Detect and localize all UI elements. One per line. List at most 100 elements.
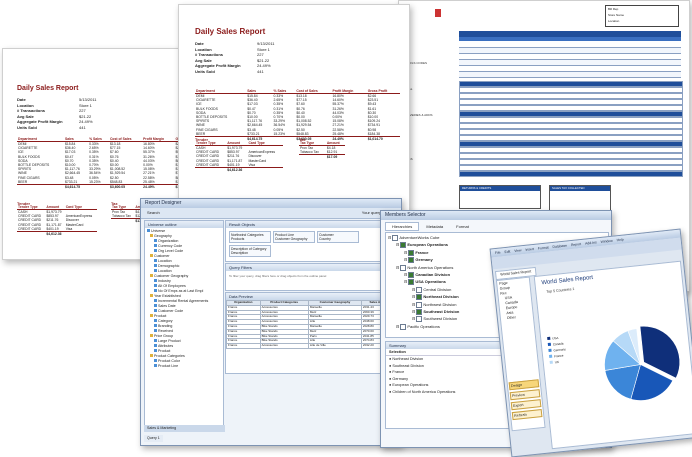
outline-item-label: Demographic [158, 264, 180, 268]
legend-label: USA [552, 335, 559, 341]
field-value: $21.22 [257, 57, 270, 63]
menu-item[interactable]: File [495, 250, 501, 255]
side-button[interactable]: Refresh [511, 409, 543, 421]
spreadsheet-grid-top [459, 31, 681, 78]
member-checkbox[interactable] [400, 323, 407, 330]
result-object-chip[interactable]: Description of Category Description [229, 245, 271, 257]
query-filters-hint: To filter your query, drag filters here … [229, 274, 327, 278]
front-department-table: Department Sales% Sales Cost of Sales Profi… [195, 89, 400, 142]
folder-icon [150, 334, 153, 337]
expand-icon: ⊟ [404, 249, 408, 255]
outline-item-label: Product [158, 349, 171, 353]
member-label: France [415, 249, 429, 255]
member-checkbox[interactable] [400, 264, 407, 271]
field-label: Units Sold [195, 68, 215, 74]
menu-item[interactable]: Help [616, 238, 623, 243]
toolbar-search-button[interactable]: Search [147, 210, 160, 215]
chip-line: Products [231, 237, 245, 241]
chip-line: Country [319, 237, 331, 241]
outline-item[interactable]: Product Line [147, 364, 221, 369]
chip-line: Customer Geography [275, 237, 308, 241]
expand-icon: ⊟ [396, 323, 400, 329]
outline-item-label: Customer Geography [154, 274, 189, 278]
dimension-icon [154, 289, 157, 292]
field-value: 9/13/2011 [257, 41, 275, 46]
legend-label: UK [554, 359, 560, 365]
dimension-icon [154, 364, 157, 367]
member-checkbox[interactable] [408, 257, 415, 264]
member-checkbox[interactable] [408, 249, 415, 256]
menu-item[interactable]: Window [600, 239, 612, 244]
data-preview-title: Data Preview [226, 293, 398, 300]
member-checkbox[interactable] [416, 286, 423, 293]
member-checkbox[interactable] [416, 316, 423, 323]
total-cell: $3,600.05 [108, 184, 143, 190]
front-tender-table: Tender Type Amount Card Type CASH $1,973.79 C… [195, 141, 283, 173]
outline-item-label: Alt Of Employees [158, 284, 186, 288]
designer-footer-tab[interactable]: Sales & Marketing [144, 425, 225, 432]
ss-row [459, 72, 681, 78]
member-checkbox[interactable] [416, 294, 423, 301]
result-object-chip[interactable]: Product Line Customer Geography [273, 231, 315, 243]
dimension-icon [154, 324, 157, 327]
outline-item-label: Geography [154, 234, 172, 238]
outline-item-label: Customer Code [158, 309, 184, 313]
member-checkbox[interactable] [416, 309, 423, 315]
member-label: North America Operations [407, 264, 454, 270]
folder-icon [150, 274, 153, 277]
folder-icon [150, 354, 153, 357]
total-cell: $4,612.36 [45, 231, 65, 237]
menu-item[interactable]: Add-Ins [585, 240, 597, 245]
designer-toolbar: Search Your query [141, 208, 401, 219]
menu-item[interactable]: Edit [504, 249, 510, 254]
field-value: 227 [257, 52, 264, 58]
total-cell: $1,014.70 [366, 136, 400, 142]
summary-row-label: Northeast Division [392, 357, 424, 361]
department-table: Department Sales% Sales Cost of Sales Profi… [17, 137, 205, 190]
tab-format[interactable]: Format [450, 223, 475, 230]
result-object-chip[interactable]: Northwind Categories Products [229, 231, 271, 243]
menu-item[interactable]: Format [538, 245, 549, 250]
ss-row [459, 171, 683, 177]
grid-row[interactable]: France Accessories Lille de Ville 2032.20 [226, 343, 398, 349]
expand-icon: ⊟ [412, 309, 416, 315]
spreadsheet-returns-box: RETURNS & CREDITS [459, 185, 541, 209]
report-designer-window: Report Designer Search Your query Univer… [140, 198, 402, 446]
result-object-chip[interactable]: Customer Country [317, 231, 359, 243]
summary-row-label: European Operations [392, 383, 429, 388]
outline-item-label: Product Line [158, 364, 179, 368]
member-checkbox[interactable] [408, 279, 415, 286]
tab-hierarchies[interactable]: Hierarchies [385, 222, 420, 231]
report-title: Daily Sales Report [17, 85, 79, 92]
member-label: Central Division [423, 286, 452, 292]
dimension-icon [154, 279, 157, 282]
expand-icon: ⊟ [396, 242, 400, 248]
member-checkbox[interactable] [416, 301, 423, 308]
dimension-icon [154, 244, 157, 247]
outline-item-label: Branding [158, 324, 173, 328]
menu-item[interactable]: Database [552, 244, 567, 249]
member-label: USA Operations [415, 279, 446, 285]
expand-icon: ⊟ [396, 264, 400, 270]
total-cell [247, 167, 283, 173]
menu-item[interactable]: Insert [525, 247, 534, 252]
dimension-icon [154, 249, 157, 252]
total-cell [195, 167, 227, 173]
tab-metadata[interactable]: Metadata [420, 223, 449, 230]
member-checkbox[interactable] [408, 271, 415, 278]
menu-item[interactable]: Report [571, 242, 582, 247]
dimension-icon [154, 304, 157, 307]
member-checkbox[interactable] [400, 242, 407, 249]
data-preview-pane: Data Preview Organization Product Categor… [225, 292, 399, 374]
chip-line: Description [231, 251, 248, 255]
field-value: $21.22 [79, 113, 92, 119]
designer-status-tab[interactable]: Query 1 [144, 435, 163, 442]
member-checkbox[interactable] [392, 234, 399, 241]
field-label: Units Sold [17, 124, 37, 130]
dimension-icon [154, 319, 157, 322]
expand-icon: ⊟ [404, 279, 408, 285]
menu-item[interactable]: View [514, 248, 522, 253]
dimension-icon [154, 329, 157, 332]
dimension-icon [154, 339, 157, 342]
toolbar-query-button[interactable]: Your query [362, 208, 381, 218]
